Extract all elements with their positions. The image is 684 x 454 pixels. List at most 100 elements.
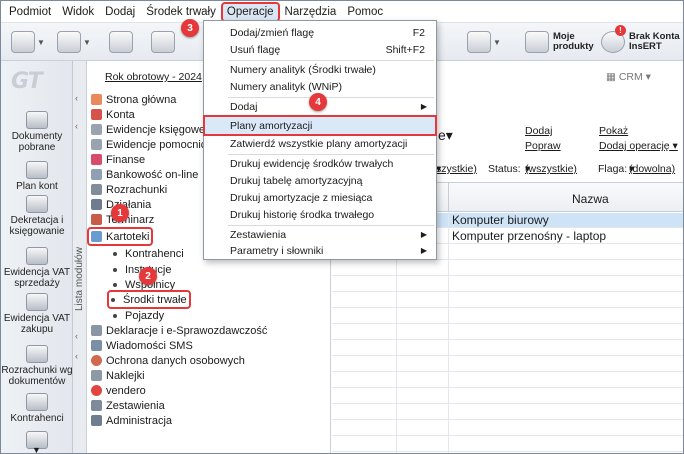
tree-item-ewidencje-ksiegowe[interactable]: Ewidencje księgowe — [91, 122, 205, 137]
tree-item-label: Ewidencje pomocnicze — [106, 138, 218, 151]
tree-subitem-kontrahenci[interactable]: Kontrahenci — [113, 246, 184, 261]
bullet-icon — [113, 251, 117, 256]
bank-icon — [91, 169, 102, 180]
aux-ledger-icon — [91, 139, 102, 150]
table-row[interactable] — [332, 261, 683, 276]
toolbar-server-button[interactable]: ▼ — [467, 29, 501, 55]
bullet-icon — [113, 282, 117, 287]
dodaj-operacje-label: Dodaj operację — [599, 140, 670, 152]
module-list-label: Lista modułów — [74, 247, 85, 311]
toolbar-back-button[interactable]: ▼ — [11, 29, 45, 55]
brak-konta-button[interactable]: Brak Konta InsERT — [601, 29, 680, 55]
menu-item-dodaj-zmien-flage[interactable]: Dodaj/zmień flagę F2 — [205, 24, 435, 41]
table-row[interactable] — [332, 421, 683, 436]
table-row[interactable] — [332, 389, 683, 404]
eraser-icon — [151, 31, 175, 53]
menu-item-drukuj-historie[interactable]: Drukuj historię środka trwałego — [205, 206, 435, 223]
menu-item-usun-flage[interactable]: Usuń flagę Shift+F2 — [205, 41, 435, 58]
menu-item-plany-amortyzacji[interactable]: Plany amortyzacji — [203, 115, 437, 136]
menu-item-parametry[interactable]: Parametry i słowniki ▶ — [205, 242, 435, 259]
tree-item-label: Zestawienia — [106, 399, 165, 412]
quick-vat-zakupu[interactable]: Ewidencja VAT zakupu — [1, 293, 73, 335]
toolbar-coins-button[interactable] — [109, 29, 133, 55]
column-header-nazwa[interactable]: Nazwa — [572, 192, 609, 206]
menu-widok[interactable]: Widok — [58, 4, 98, 20]
chevron-left-icon[interactable]: ‹ — [75, 331, 78, 341]
scroll-down-icon[interactable]: ▼ — [32, 445, 41, 453]
tree-item-vendero[interactable]: vendero — [91, 383, 146, 398]
popraw-link[interactable]: Popraw — [525, 140, 561, 152]
tree-item-deklaracje[interactable]: Deklaracje i e-Sprawozdawczość — [91, 323, 267, 338]
quick-dekretacja[interactable]: Dekretacja i księgowanie — [1, 195, 73, 237]
tree-item-rozrachunki[interactable]: Rozrachunki — [91, 182, 167, 197]
table-row[interactable] — [332, 341, 683, 356]
step-badge-4: 4 — [309, 93, 327, 111]
chevron-left-icon[interactable]: ‹ — [75, 93, 78, 103]
table-row[interactable] — [332, 357, 683, 372]
tree-item-zestawienia[interactable]: Zestawienia — [91, 398, 165, 413]
flaga-filter-label: Flaga: — [598, 163, 628, 175]
menu-item-zatwierdz-plany[interactable]: Zatwierdź wszystkie plany amortyzacji — [205, 135, 435, 152]
quick-kontrahenci[interactable]: Kontrahenci — [1, 393, 73, 424]
table-row[interactable] — [332, 437, 683, 452]
tree-subitem-pojazdy[interactable]: Pojazdy — [113, 308, 164, 323]
pokaz-link[interactable]: Pokaż — [599, 125, 628, 137]
table-row[interactable] — [332, 277, 683, 292]
menu-dodaj[interactable]: Dodaj — [101, 4, 139, 20]
tree-item-ochrona-danych[interactable]: Ochrona danych osobowych — [91, 353, 245, 368]
fiscal-year-link[interactable]: Rok obrotowy - 2024 — [105, 71, 202, 83]
tree-subitem-srodki-trwale[interactable]: Środki trwałe — [107, 290, 191, 309]
flaga-filter-select[interactable]: (dowolna) ▾ — [629, 163, 675, 175]
tree-item-administracja[interactable]: Administracja — [91, 413, 172, 428]
module-list-tab[interactable]: ‹ ‹ Lista modułów ‹ ‹ — [73, 61, 87, 453]
chevron-left-icon[interactable]: ‹ — [75, 351, 78, 361]
accounts-icon — [91, 109, 102, 120]
menu-srodek-trwaly[interactable]: Środek trwały — [142, 4, 220, 20]
tree-item-ewidencje-pomocnicze[interactable]: Ewidencje pomocnicze — [91, 137, 218, 152]
quick-vat-sprzedazy[interactable]: Ewidencja VAT sprzedaży — [1, 247, 73, 289]
menu-item-drukuj-amortyzacje[interactable]: Drukuj amortyzacje z miesiąca — [205, 189, 435, 206]
menu-item-drukuj-ewidencje[interactable]: Drukuj ewidencję środków trwałych — [205, 155, 435, 172]
table-row[interactable] — [332, 309, 683, 324]
menu-pomoc[interactable]: Pomoc — [343, 4, 387, 20]
status-filter-select[interactable]: (wszystkie) ▾ — [525, 163, 577, 175]
chevron-right-icon: ▶ — [420, 102, 427, 111]
dodaj-operacje-link[interactable]: Dodaj operację ▾ — [599, 140, 678, 152]
tree-item-finanse[interactable]: Finanse — [91, 152, 145, 167]
menu-narzedzia[interactable]: Narzędzia — [281, 4, 341, 20]
quick-dokumenty-pobrane[interactable]: Dokumenty pobrane — [1, 111, 73, 153]
quick-rozrachunki[interactable]: Rozrachunki wg dokumentów — [1, 345, 73, 387]
tree-item-sms[interactable]: Wiadomości SMS — [91, 338, 193, 353]
table-row[interactable] — [332, 373, 683, 388]
crm-icon: ▦ — [606, 71, 619, 83]
menu-operacje[interactable]: Operacje — [220, 1, 280, 22]
menu-item-drukuj-tabele[interactable]: Drukuj tabelę amortyzacyjną — [205, 172, 435, 189]
toolbar-forward-button[interactable]: ▼ — [57, 29, 91, 55]
chevron-down-icon: ▼ — [83, 37, 91, 47]
quick-plan-kont[interactable]: Plan kont — [1, 161, 73, 192]
column-separator — [448, 183, 449, 213]
chevron-left-icon[interactable]: ‹ — [75, 121, 78, 131]
table-row[interactable] — [332, 405, 683, 420]
moje-produkty-button[interactable]: Moje produkty — [525, 29, 594, 55]
table-row[interactable] — [332, 293, 683, 308]
quick-label: Rozrachunki wg dokumentów — [1, 365, 73, 387]
table-row[interactable] — [332, 325, 683, 340]
dodaj-link[interactable]: Dodaj — [525, 125, 552, 137]
menu-item-numery-analityk-st[interactable]: Numery analityk (Środki trwałe) — [205, 61, 435, 78]
menu-podmiot[interactable]: Podmiot — [5, 4, 55, 20]
settlements-icon — [26, 345, 48, 363]
tree-item-naklejki[interactable]: Naklejki — [91, 368, 145, 383]
crm-button[interactable]: ▦ CRM ▾ — [606, 71, 651, 83]
tree-item-kartoteki[interactable]: Kartoteki — [86, 227, 154, 246]
status-filter-label: Status: — [488, 163, 521, 175]
finance-icon — [91, 154, 102, 165]
menu-item-label: Drukuj ewidencję środków trwałych — [230, 157, 394, 170]
tree-item-konta[interactable]: Konta — [91, 107, 135, 122]
tree-item-strona-glowna[interactable]: Strona główna — [91, 92, 176, 107]
menu-item-zestawienia[interactable]: Zestawienia ▶ — [205, 226, 435, 243]
menu-item-label: Parametry i słowniki — [230, 244, 324, 257]
menu-item-label: Drukuj historię środka trwałego — [230, 208, 375, 221]
toolbar-eraser-button[interactable] — [151, 29, 175, 55]
tree-item-bankowosc[interactable]: Bankowość on-line — [91, 167, 198, 182]
